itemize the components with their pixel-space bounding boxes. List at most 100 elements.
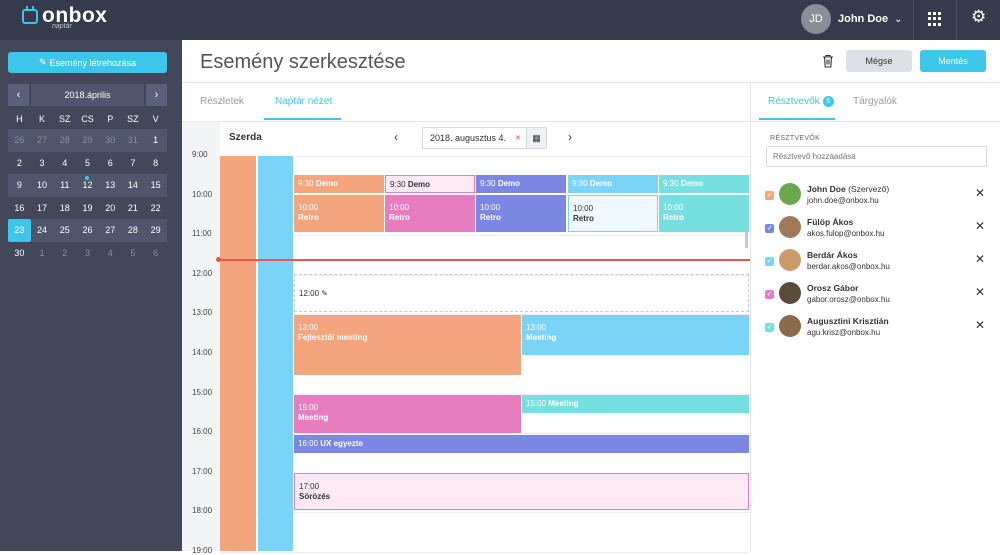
mini-calendar-day[interactable]: 5 bbox=[76, 152, 99, 175]
participant-checkbox[interactable]: ✓ bbox=[765, 224, 774, 233]
mini-calendar-day[interactable]: 16 bbox=[8, 197, 31, 220]
calendar-event[interactable]: 15:00 Meeting bbox=[294, 395, 521, 433]
mini-calendar-day[interactable]: 4 bbox=[99, 242, 122, 265]
calendar-event[interactable]: 9:30 Demo bbox=[568, 175, 658, 193]
mini-calendar-day[interactable]: 3 bbox=[76, 242, 99, 265]
mini-calendar-day[interactable]: 29 bbox=[76, 129, 99, 152]
mini-calendar-day[interactable]: 1 bbox=[31, 242, 54, 265]
apps-grid-icon[interactable] bbox=[928, 12, 942, 26]
time-label: 15:00 bbox=[192, 387, 213, 397]
mini-calendar-day[interactable]: 4 bbox=[53, 152, 76, 175]
mini-calendar-day[interactable]: 25 bbox=[53, 219, 77, 242]
remove-participant-icon[interactable]: ✕ bbox=[975, 186, 985, 200]
mini-calendar-day[interactable]: 20 bbox=[99, 197, 122, 220]
clear-icon[interactable]: ✕ bbox=[515, 134, 521, 142]
mini-calendar-day[interactable]: 22 bbox=[144, 197, 167, 220]
calendar-event[interactable]: 9:30 Demo bbox=[385, 175, 475, 193]
mini-calendar-day[interactable]: 2 bbox=[53, 242, 76, 265]
mini-calendar-day[interactable]: 13 bbox=[98, 174, 122, 197]
calendar-event[interactable]: 16:00 UX egyezte bbox=[294, 435, 749, 453]
remove-participant-icon[interactable]: ✕ bbox=[975, 285, 985, 299]
calendar-event[interactable]: 15:00 Meeting bbox=[522, 395, 749, 413]
mini-calendar-day[interactable]: 9 bbox=[8, 174, 31, 197]
event-title: Demo bbox=[407, 180, 431, 189]
mini-calendar-day[interactable]: 21 bbox=[122, 197, 145, 220]
mini-calendar-day[interactable]: 1 bbox=[144, 129, 167, 152]
create-event-button[interactable]: ✎ Esemény létrehozása bbox=[8, 52, 167, 73]
calendar-event[interactable]: 10:00 Retro bbox=[568, 195, 658, 232]
remove-participant-icon[interactable]: ✕ bbox=[975, 318, 985, 332]
mini-calendar-day[interactable]: 6 bbox=[144, 242, 167, 265]
participant-checkbox[interactable]: ✓ bbox=[765, 257, 774, 266]
event-title: Retro bbox=[389, 213, 410, 222]
tab-details[interactable]: Részletek bbox=[200, 96, 244, 107]
event-title: Demo bbox=[315, 179, 339, 188]
mini-calendar-day[interactable]: 18 bbox=[53, 197, 76, 220]
calendar-event[interactable]: 10:00 Retro bbox=[385, 195, 475, 232]
calendar-event[interactable]: 17:00 Sörözés bbox=[294, 473, 749, 510]
calendar-event[interactable]: 13:00 Fejlesztői meeting bbox=[294, 315, 521, 375]
next-month-button[interactable]: › bbox=[146, 84, 167, 106]
mini-calendar-day[interactable]: 24 bbox=[30, 219, 54, 242]
scrollbar-thumb[interactable] bbox=[745, 232, 748, 248]
event-title: Retro bbox=[663, 213, 684, 222]
mini-calendar-day[interactable]: 19 bbox=[76, 197, 99, 220]
tab-calendar-view[interactable]: Naptár nézet bbox=[275, 96, 332, 107]
calendar-icon[interactable]: ▦ bbox=[526, 128, 546, 148]
add-participant-input[interactable] bbox=[766, 146, 987, 167]
remove-participant-icon[interactable]: ✕ bbox=[975, 252, 985, 266]
event-time: 15:00 bbox=[526, 399, 547, 408]
prev-day-button[interactable]: ‹ bbox=[394, 130, 398, 144]
mini-calendar-day[interactable]: 26 bbox=[8, 129, 31, 152]
mini-calendar-day[interactable]: 29 bbox=[144, 219, 167, 242]
mini-calendar-day[interactable]: 30 bbox=[8, 242, 31, 265]
user-menu[interactable]: JD John Doe ⌄ bbox=[801, 4, 903, 34]
create-event-label: Esemény létrehozása bbox=[49, 57, 137, 68]
mini-calendar-day[interactable]: 30 bbox=[98, 129, 122, 152]
calendar-event[interactable]: 9:30 Demo bbox=[659, 175, 749, 193]
mini-calendar-day[interactable]: 28 bbox=[53, 129, 77, 152]
all-day-event-band[interactable] bbox=[258, 156, 293, 551]
mini-calendar-day[interactable]: 7 bbox=[122, 152, 145, 175]
prev-month-button[interactable]: ‹ bbox=[8, 84, 29, 106]
mini-calendar-day[interactable]: 27 bbox=[30, 129, 54, 152]
trash-icon[interactable] bbox=[822, 54, 834, 68]
remove-participant-icon[interactable]: ✕ bbox=[975, 219, 985, 233]
mini-calendar-day[interactable]: 11 bbox=[53, 174, 77, 197]
save-button[interactable]: Mentés bbox=[920, 50, 986, 72]
mini-calendar-day[interactable]: 8 bbox=[144, 152, 167, 175]
calendar-event[interactable]: 13:00 Meeting bbox=[522, 315, 749, 355]
participant-name: Fülöp Ákos bbox=[807, 217, 854, 227]
mini-calendar-day[interactable]: 6 bbox=[99, 152, 122, 175]
calendar-event[interactable]: 9:30 Demo bbox=[294, 175, 384, 193]
mini-calendar-day[interactable]: 28 bbox=[121, 219, 145, 242]
date-picker[interactable]: 2018. augusztus 4. ✕ ▦ bbox=[422, 127, 547, 149]
all-day-event-band[interactable] bbox=[220, 156, 256, 551]
mini-calendar-day[interactable]: 17 bbox=[31, 197, 54, 220]
calendar-event[interactable]: 10:00 Retro bbox=[659, 195, 749, 232]
mini-calendar-day[interactable]: 27 bbox=[98, 219, 122, 242]
tab-topics[interactable]: Tárgyalók bbox=[853, 96, 897, 107]
mini-calendar-day[interactable]: 3 bbox=[31, 152, 54, 175]
mini-calendar-day[interactable]: 26 bbox=[76, 219, 99, 242]
mini-calendar-day[interactable]: 31 bbox=[121, 129, 145, 152]
cancel-button[interactable]: Mégse bbox=[846, 50, 912, 72]
participant-checkbox[interactable]: ✓ bbox=[765, 290, 774, 299]
next-day-button[interactable]: › bbox=[568, 130, 572, 144]
participant-checkbox[interactable]: ✓ bbox=[765, 323, 774, 332]
tab-participants[interactable]: Résztvevők 5 bbox=[768, 96, 834, 107]
mini-calendar-day[interactable]: 5 bbox=[122, 242, 145, 265]
participant-checkbox[interactable]: ✓ bbox=[765, 191, 774, 200]
mini-calendar-day-selected[interactable]: 23 bbox=[8, 219, 31, 242]
calendar-event[interactable]: 10:00 Retro bbox=[294, 195, 384, 232]
gear-icon[interactable]: ⚙ bbox=[971, 8, 989, 26]
calendar-event[interactable]: 10:00 Retro bbox=[476, 195, 566, 232]
calendar-event[interactable]: 9:30 Demo bbox=[476, 175, 566, 193]
mini-calendar-day[interactable]: 12 bbox=[76, 174, 99, 197]
editing-event-slot[interactable]: 12:00 ✎ bbox=[294, 274, 749, 312]
event-time: 10:00 bbox=[480, 203, 501, 212]
mini-calendar-day[interactable]: 15 bbox=[144, 174, 167, 197]
mini-calendar-day[interactable]: 14 bbox=[121, 174, 145, 197]
mini-calendar-day[interactable]: 10 bbox=[30, 174, 54, 197]
mini-calendar-day[interactable]: 2 bbox=[8, 152, 31, 175]
